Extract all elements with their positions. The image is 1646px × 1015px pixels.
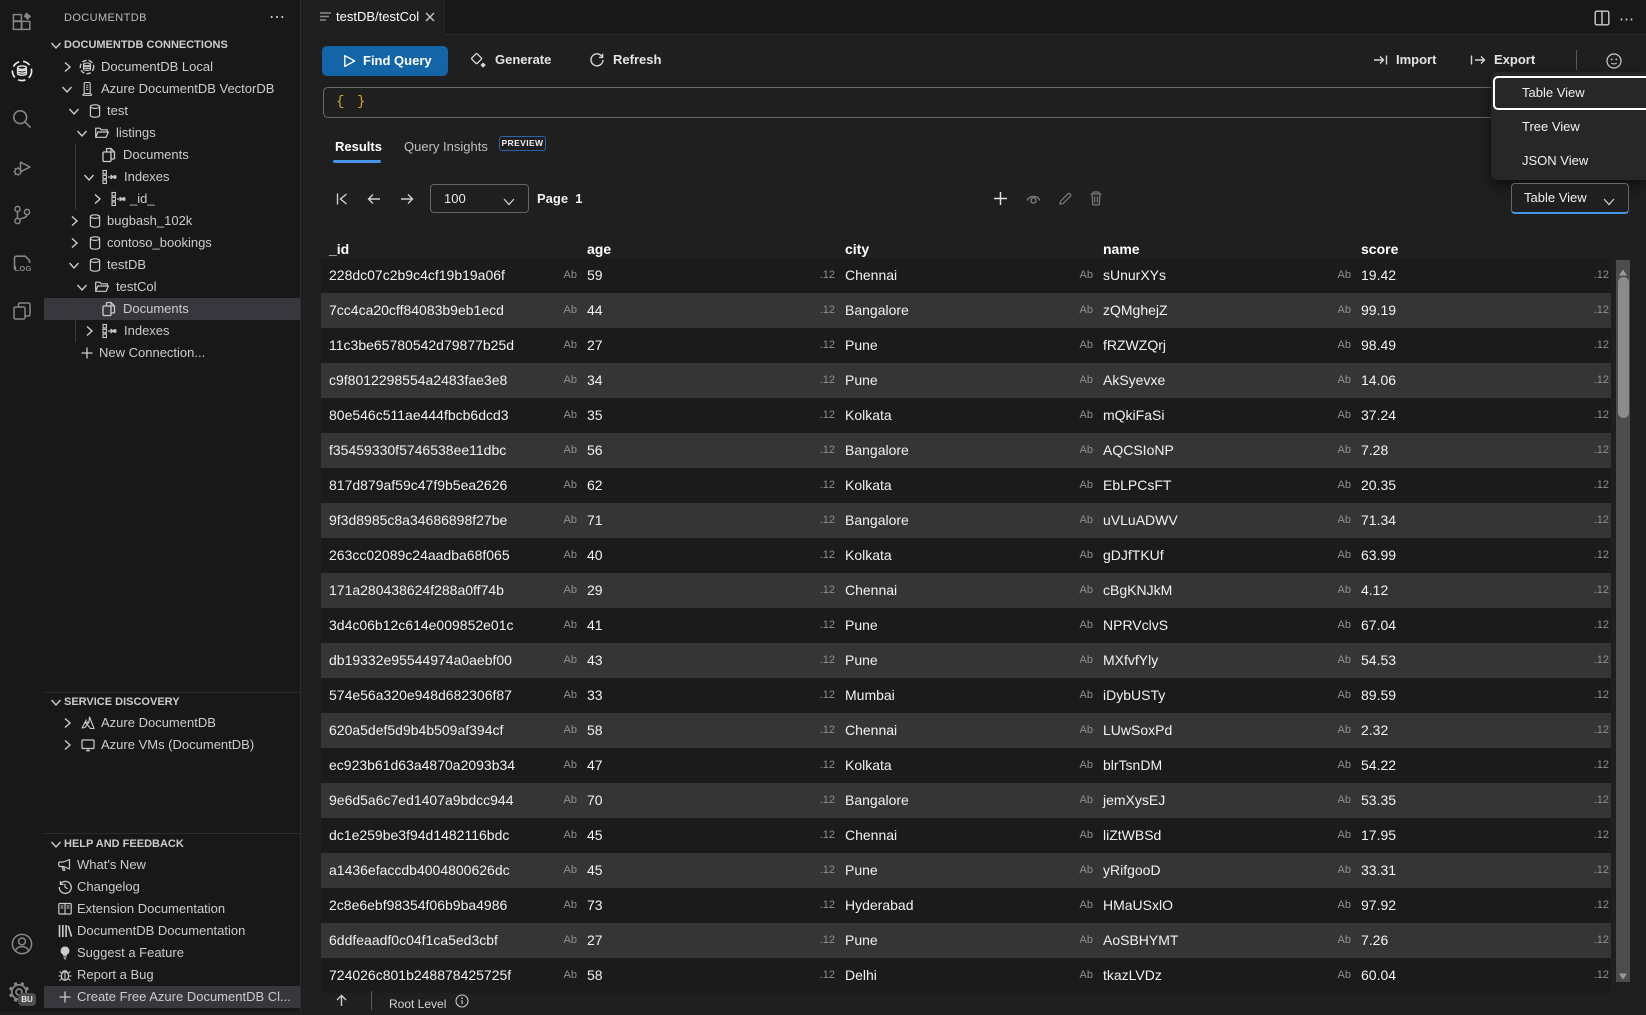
svg-text:LOG: LOG <box>15 264 32 273</box>
